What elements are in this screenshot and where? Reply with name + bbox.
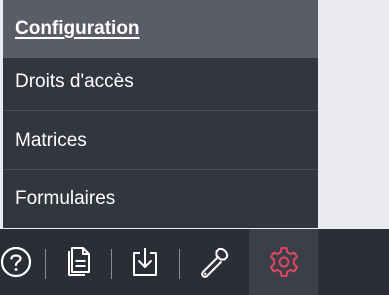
download-icon [129, 245, 161, 279]
download-button[interactable] [112, 229, 178, 295]
menu-item-label: Configuration [15, 18, 140, 39]
menu-item-label: Droits d'accès [15, 71, 134, 92]
menu-item-matrices[interactable]: Matrices [3, 112, 318, 170]
configuration-dropdown-menu: Configuration Droits d'accès Matrices Fo… [3, 0, 318, 228]
gear-icon [267, 245, 301, 279]
menu-item-label: Matrices [15, 130, 87, 151]
settings-button[interactable] [249, 229, 318, 295]
help-icon [0, 245, 33, 279]
documents-button[interactable] [46, 229, 110, 295]
menu-item-label: Formulaires [15, 188, 116, 209]
wrench-icon [197, 245, 231, 279]
menu-item-access-rights[interactable]: Droits d'accès [3, 53, 318, 111]
menu-item-configuration[interactable]: Configuration [3, 0, 318, 58]
bottom-toolbar [0, 229, 389, 295]
tools-button[interactable] [180, 229, 248, 295]
help-button[interactable] [0, 229, 46, 295]
document-icon [63, 245, 93, 279]
menu-item-forms[interactable]: Formulaires [3, 170, 318, 228]
